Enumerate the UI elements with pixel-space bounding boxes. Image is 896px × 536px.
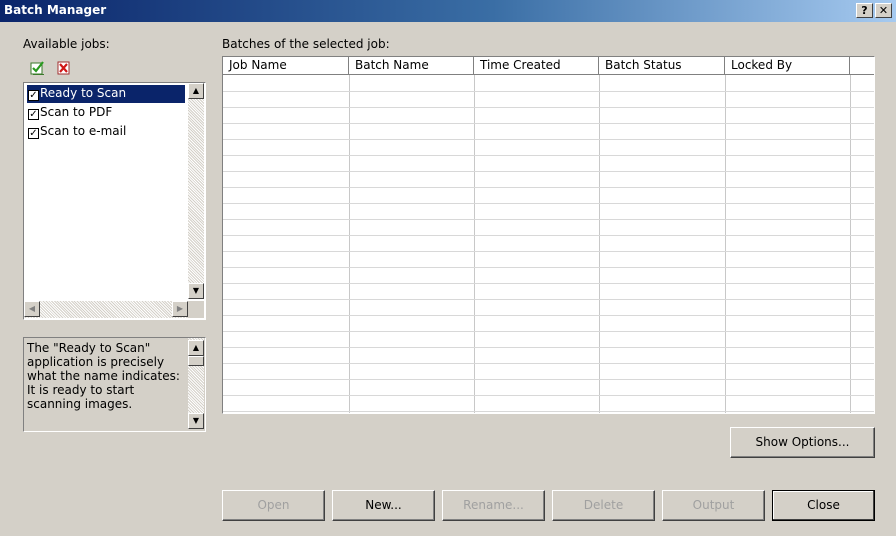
job-label: Ready to Scan <box>40 86 127 100</box>
row-divider <box>223 379 874 380</box>
scroll-down-button[interactable]: ▼ <box>188 413 204 429</box>
job-description-box[interactable]: The "Ready to Scan" application is preci… <box>23 337 206 432</box>
checkbox[interactable]: ✓ <box>28 128 39 139</box>
row-divider <box>223 363 874 364</box>
new-button[interactable]: New... <box>332 490 435 521</box>
column-header-job-name[interactable]: Job Name <box>223 57 349 75</box>
arrow-up-icon: ▲ <box>192 343 200 352</box>
available-jobs-list[interactable]: ✓ Ready to Scan ✓ Scan to PDF ✓ Scan to e-m… <box>23 82 206 320</box>
arrow-down-icon: ▼ <box>192 416 200 425</box>
row-divider <box>223 139 874 140</box>
arrow-down-icon: ▼ <box>192 286 200 295</box>
row-divider <box>223 331 874 332</box>
scroll-left-button[interactable]: ◀ <box>24 301 40 317</box>
scroll-right-button[interactable]: ▶ <box>172 301 188 317</box>
list-item[interactable]: ✓ Ready to Scan <box>27 85 185 103</box>
arrow-left-icon: ◀ <box>28 304 36 313</box>
row-divider <box>223 283 874 284</box>
job-description-text: The "Ready to Scan" application is preci… <box>27 341 180 411</box>
column-header-batch-status[interactable]: Batch Status <box>599 57 725 75</box>
delete-button[interactable]: Delete <box>552 490 655 521</box>
arrow-up-icon: ▲ <box>192 86 200 95</box>
job-label: Scan to PDF <box>40 105 113 119</box>
help-button[interactable]: ? <box>856 3 873 18</box>
checkbox[interactable]: ✓ <box>28 90 39 101</box>
row-divider <box>223 251 874 252</box>
row-divider <box>223 123 874 124</box>
available-jobs-label: Available jobs: <box>23 37 110 51</box>
uncheck-all-icon <box>57 61 70 75</box>
open-button[interactable]: Open <box>222 490 325 521</box>
check-all-icon <box>30 61 44 75</box>
window-close-button[interactable]: ✕ <box>875 3 892 18</box>
row-divider <box>223 219 874 220</box>
rename-button[interactable]: Rename... <box>442 490 545 521</box>
row-divider <box>223 299 874 300</box>
scroll-corner <box>188 301 204 318</box>
jobs-vertical-scrollbar[interactable] <box>188 83 204 299</box>
row-divider <box>223 155 874 156</box>
arrow-right-icon: ▶ <box>176 304 184 313</box>
batches-grid[interactable]: Job Name Batch Name Time Created Batch S… <box>222 56 875 414</box>
row-divider <box>223 187 874 188</box>
row-divider <box>223 235 874 236</box>
job-label: Scan to e-mail <box>40 124 127 138</box>
row-divider <box>223 203 874 204</box>
row-divider <box>223 91 874 92</box>
scroll-up-button[interactable]: ▲ <box>188 83 204 99</box>
column-header-locked-by[interactable]: Locked By <box>725 57 850 75</box>
column-header-time-created[interactable]: Time Created <box>474 57 599 75</box>
scroll-down-button[interactable]: ▼ <box>188 283 204 299</box>
checkbox[interactable]: ✓ <box>28 109 39 120</box>
row-divider <box>223 411 874 412</box>
batch-manager-window: Batch Manager ? ✕ Available jobs: ✓ Ready… <box>0 0 896 536</box>
row-divider <box>223 315 874 316</box>
uncheck-all-button[interactable] <box>56 60 72 76</box>
row-divider <box>223 267 874 268</box>
row-divider <box>223 347 874 348</box>
column-header-batch-name[interactable]: Batch Name <box>349 57 474 75</box>
output-button[interactable]: Output <box>662 490 765 521</box>
batches-label: Batches of the selected job: <box>222 37 390 51</box>
title-bar[interactable]: Batch Manager ? ✕ <box>0 0 896 22</box>
check-all-button[interactable] <box>30 60 46 76</box>
window-title: Batch Manager <box>4 3 107 17</box>
scroll-up-button[interactable]: ▲ <box>188 340 204 356</box>
list-item[interactable]: ✓ Scan to e-mail <box>27 123 185 141</box>
scroll-thumb[interactable] <box>188 356 204 366</box>
row-divider <box>223 171 874 172</box>
row-divider <box>223 395 874 396</box>
close-button[interactable]: Close <box>772 490 875 521</box>
row-divider <box>223 107 874 108</box>
list-item[interactable]: ✓ Scan to PDF <box>27 104 185 122</box>
jobs-horizontal-scrollbar[interactable] <box>24 301 188 318</box>
show-options-button[interactable]: Show Options... <box>730 427 875 458</box>
column-header-filler <box>850 57 874 75</box>
